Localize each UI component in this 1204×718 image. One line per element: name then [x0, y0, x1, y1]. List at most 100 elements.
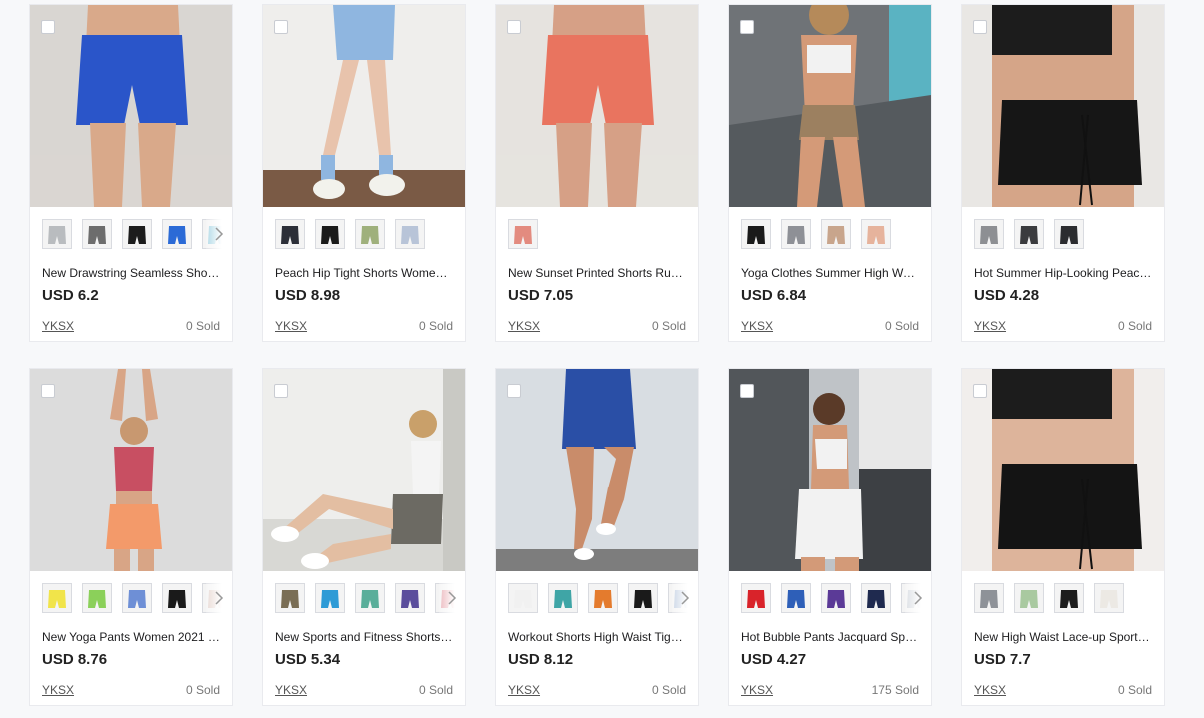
color-swatch[interactable]: [974, 583, 1004, 613]
product-image[interactable]: [729, 5, 931, 207]
product-card[interactable]: Hot Summer Hip-Looking Peach Shorts USD …: [961, 4, 1165, 342]
product-price: USD 4.27: [741, 651, 807, 668]
product-image[interactable]: [30, 369, 232, 571]
product-card[interactable]: New Yoga Pants Women 2021 Summer Shorts …: [29, 368, 233, 706]
product-name[interactable]: Workout Shorts High Waist Tight Yoga Sho…: [496, 619, 698, 645]
color-swatch[interactable]: [588, 583, 618, 613]
product-name[interactable]: New Yoga Pants Women 2021 Summer Shorts: [30, 619, 232, 645]
product-name[interactable]: Hot Bubble Pants Jacquard Sports Shorts: [729, 619, 931, 645]
swatch-next-arrow[interactable]: [206, 219, 232, 249]
color-swatch[interactable]: [1014, 219, 1044, 249]
select-checkbox[interactable]: [740, 20, 754, 34]
color-swatch[interactable]: [315, 219, 345, 249]
product-name[interactable]: New Sunset Printed Shorts Running Fitnes…: [496, 255, 698, 281]
product-price: USD 8.76: [42, 651, 108, 668]
select-checkbox[interactable]: [41, 20, 55, 34]
sold-count: 0 Sold: [651, 683, 686, 697]
product-card[interactable]: Yoga Clothes Summer High Waist Leopard S…: [728, 4, 932, 342]
color-swatch[interactable]: [395, 583, 425, 613]
product-image[interactable]: [962, 5, 1164, 207]
color-swatch[interactable]: [122, 583, 152, 613]
product-image[interactable]: [962, 369, 1164, 571]
select-checkbox[interactable]: [274, 384, 288, 398]
color-swatch-list: [30, 207, 232, 255]
shop-link[interactable]: YKSX: [974, 319, 1006, 333]
shop-link[interactable]: YKSX: [275, 319, 307, 333]
shop-link[interactable]: YKSX: [275, 683, 307, 697]
color-swatch[interactable]: [741, 219, 771, 249]
color-swatch[interactable]: [781, 219, 811, 249]
color-swatch[interactable]: [355, 219, 385, 249]
color-swatch[interactable]: [122, 219, 152, 249]
sold-count: 0 Sold: [1117, 319, 1152, 333]
product-card[interactable]: Workout Shorts High Waist Tight Yoga Sho…: [495, 368, 699, 706]
product-name[interactable]: New High Waist Lace-up Sports Shorts: [962, 619, 1164, 645]
color-swatch[interactable]: [42, 583, 72, 613]
product-image[interactable]: [30, 5, 232, 207]
color-swatch[interactable]: [861, 219, 891, 249]
select-checkbox[interactable]: [507, 384, 521, 398]
color-swatch[interactable]: [275, 583, 305, 613]
sold-count: 0 Sold: [185, 683, 220, 697]
product-image[interactable]: [496, 5, 698, 207]
shop-link[interactable]: YKSX: [42, 319, 74, 333]
color-swatch[interactable]: [548, 583, 578, 613]
product-price: USD 4.28: [974, 287, 1040, 304]
shop-link[interactable]: YKSX: [741, 683, 773, 697]
color-swatch[interactable]: [508, 583, 538, 613]
color-swatch[interactable]: [861, 583, 891, 613]
color-swatch[interactable]: [42, 219, 72, 249]
swatch-next-arrow[interactable]: [206, 583, 232, 613]
product-card[interactable]: New Sports and Fitness Shorts Women USD …: [262, 368, 466, 706]
color-swatch-list: [729, 571, 931, 619]
select-checkbox[interactable]: [41, 384, 55, 398]
color-swatch[interactable]: [821, 219, 851, 249]
shop-link[interactable]: YKSX: [42, 683, 74, 697]
product-name[interactable]: Peach Hip Tight Shorts Women Yoga: [263, 255, 465, 281]
product-card[interactable]: Hot Bubble Pants Jacquard Sports Shorts …: [728, 368, 932, 706]
product-image[interactable]: [263, 369, 465, 571]
select-checkbox[interactable]: [274, 20, 288, 34]
select-checkbox[interactable]: [973, 20, 987, 34]
color-swatch[interactable]: [508, 219, 538, 249]
color-swatch[interactable]: [82, 219, 112, 249]
color-swatch[interactable]: [162, 219, 192, 249]
swatch-next-arrow[interactable]: [905, 583, 931, 613]
product-card[interactable]: New Drawstring Seamless Shorts Women Fit…: [29, 4, 233, 342]
color-swatch[interactable]: [741, 583, 771, 613]
product-image[interactable]: [496, 369, 698, 571]
product-name[interactable]: New Sports and Fitness Shorts Women: [263, 619, 465, 645]
color-swatch[interactable]: [395, 219, 425, 249]
shop-link[interactable]: YKSX: [974, 683, 1006, 697]
product-card[interactable]: Peach Hip Tight Shorts Women Yoga USD 8.…: [262, 4, 466, 342]
swatch-next-arrow[interactable]: [672, 583, 698, 613]
shop-link[interactable]: YKSX: [741, 319, 773, 333]
product-image[interactable]: [729, 369, 931, 571]
color-swatch[interactable]: [1014, 583, 1044, 613]
sold-count: 0 Sold: [1117, 683, 1152, 697]
select-checkbox[interactable]: [740, 384, 754, 398]
product-name[interactable]: Hot Summer Hip-Looking Peach Shorts: [962, 255, 1164, 281]
color-swatch[interactable]: [821, 583, 851, 613]
color-swatch[interactable]: [781, 583, 811, 613]
swatch-next-arrow[interactable]: [439, 583, 465, 613]
select-checkbox[interactable]: [507, 20, 521, 34]
shop-link[interactable]: YKSX: [508, 319, 540, 333]
color-swatch[interactable]: [628, 583, 658, 613]
product-name[interactable]: Yoga Clothes Summer High Waist Leopard S…: [729, 255, 931, 281]
color-swatch[interactable]: [82, 583, 112, 613]
color-swatch[interactable]: [315, 583, 345, 613]
color-swatch[interactable]: [1094, 583, 1124, 613]
product-name[interactable]: New Drawstring Seamless Shorts Women Fit…: [30, 255, 232, 281]
color-swatch[interactable]: [1054, 219, 1084, 249]
color-swatch[interactable]: [974, 219, 1004, 249]
select-checkbox[interactable]: [973, 384, 987, 398]
product-card[interactable]: New Sunset Printed Shorts Running Fitnes…: [495, 4, 699, 342]
shop-link[interactable]: YKSX: [508, 683, 540, 697]
product-image[interactable]: [263, 5, 465, 207]
product-card[interactable]: New High Waist Lace-up Sports Shorts USD…: [961, 368, 1165, 706]
color-swatch[interactable]: [162, 583, 192, 613]
color-swatch[interactable]: [275, 219, 305, 249]
color-swatch[interactable]: [1054, 583, 1084, 613]
color-swatch[interactable]: [355, 583, 385, 613]
